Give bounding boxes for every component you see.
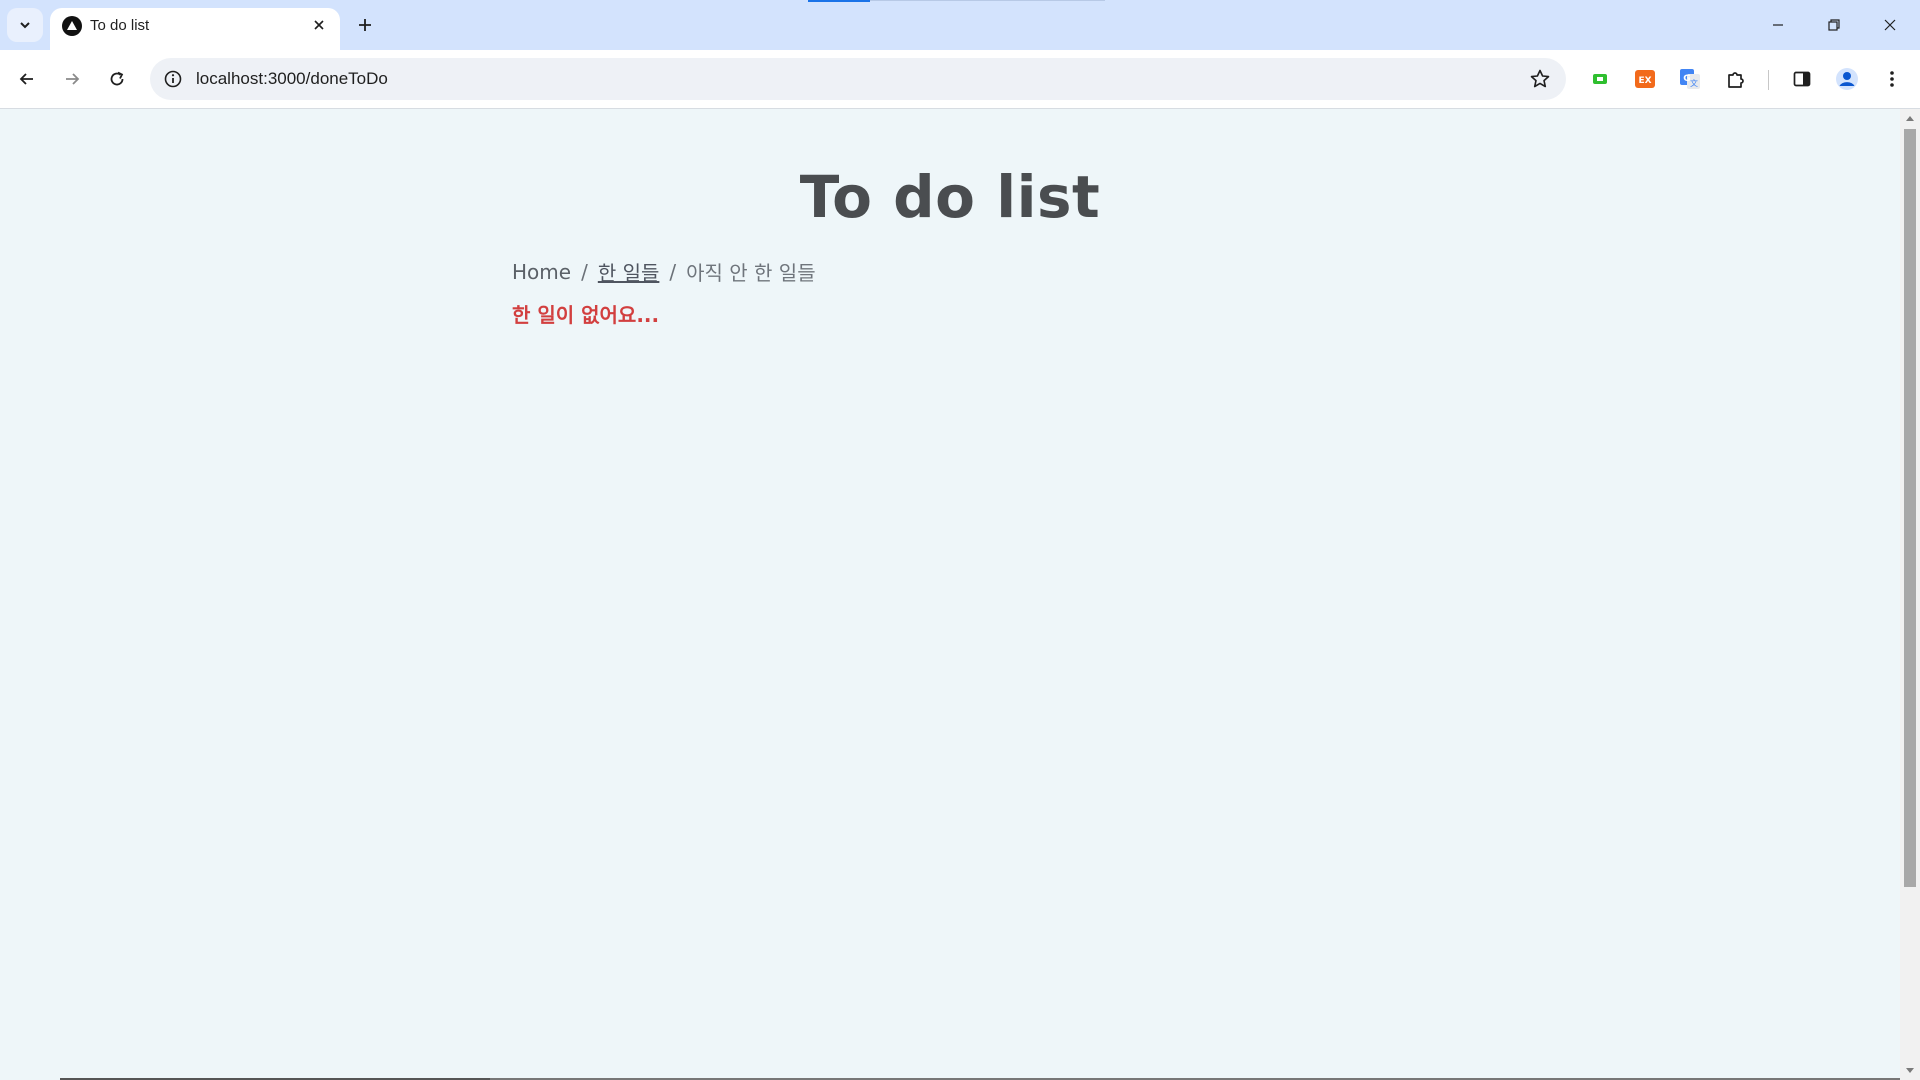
restore-icon <box>1828 19 1840 31</box>
reload-icon <box>110 71 124 86</box>
page-viewport: To do list Home / 한 일들 / 아직 안 한 일들 한 일이 … <box>0 109 1900 1080</box>
tab-loading-indicator <box>808 0 870 2</box>
chevron-down-icon <box>20 22 30 29</box>
page-title: To do list <box>799 163 1101 231</box>
arrow-left-icon <box>19 73 33 85</box>
scroll-down-arrow-icon[interactable] <box>1900 1062 1920 1080</box>
scrollbar-thumb[interactable] <box>1904 129 1916 887</box>
plus-icon <box>359 19 371 31</box>
empty-state-message: 한 일이 없어요... <box>512 303 660 327</box>
restore-button[interactable] <box>1806 0 1862 50</box>
screen-capture-icon[interactable] <box>1586 65 1614 93</box>
breadcrumb: Home / 한 일들 / 아직 안 한 일들 <box>512 257 816 286</box>
breadcrumb-separator: / <box>581 259 588 284</box>
side-panel-icon[interactable] <box>1788 65 1816 93</box>
new-tab-button[interactable] <box>350 10 380 40</box>
tab-title: To do list <box>90 17 150 34</box>
tab-divider-line <box>870 0 1105 1</box>
close-icon <box>314 20 324 30</box>
close-icon <box>1884 19 1896 31</box>
extensions-puzzle-icon[interactable] <box>1722 65 1750 93</box>
arrow-right-icon <box>66 73 80 85</box>
browser-tab[interactable]: To do list <box>50 8 340 50</box>
back-button[interactable] <box>10 62 44 96</box>
tab-strip: To do list <box>0 0 1920 50</box>
minimize-icon <box>1773 24 1783 26</box>
google-translate-icon[interactable]: G 文 <box>1676 65 1704 93</box>
vertical-scrollbar[interactable] <box>1900 109 1920 1080</box>
svg-text:EX: EX <box>1638 76 1651 86</box>
minimize-button[interactable] <box>1750 0 1806 50</box>
forward-button[interactable] <box>55 62 89 96</box>
bookmark-star-icon[interactable] <box>1528 67 1552 91</box>
reload-button[interactable] <box>100 62 134 96</box>
scroll-up-arrow-icon[interactable] <box>1900 109 1920 127</box>
close-tab-button[interactable] <box>308 14 330 36</box>
site-info-icon[interactable] <box>162 68 184 90</box>
breadcrumb-done-link[interactable]: 한 일들 <box>598 257 660 286</box>
breadcrumb-current: 아직 안 한 일들 <box>686 261 816 285</box>
toolbar-separator <box>1768 70 1769 90</box>
tab-search-button[interactable] <box>7 8 43 42</box>
profile-avatar-icon[interactable] <box>1833 65 1861 93</box>
close-window-button[interactable] <box>1862 0 1918 50</box>
ex-extension-icon[interactable]: EX <box>1631 65 1659 93</box>
url-text[interactable]: localhost:3000/doneToDo <box>196 69 388 89</box>
more-menu-icon[interactable] <box>1878 65 1906 93</box>
browser-toolbar: localhost:3000/doneToDo EX G 文 <box>0 50 1920 109</box>
breadcrumb-separator: / <box>669 259 677 284</box>
address-bar[interactable]: localhost:3000/doneToDo <box>150 58 1566 100</box>
svg-text:文: 文 <box>1690 78 1698 88</box>
breadcrumb-home-link[interactable]: Home <box>512 260 571 284</box>
triangle-logo-icon <box>62 16 82 36</box>
